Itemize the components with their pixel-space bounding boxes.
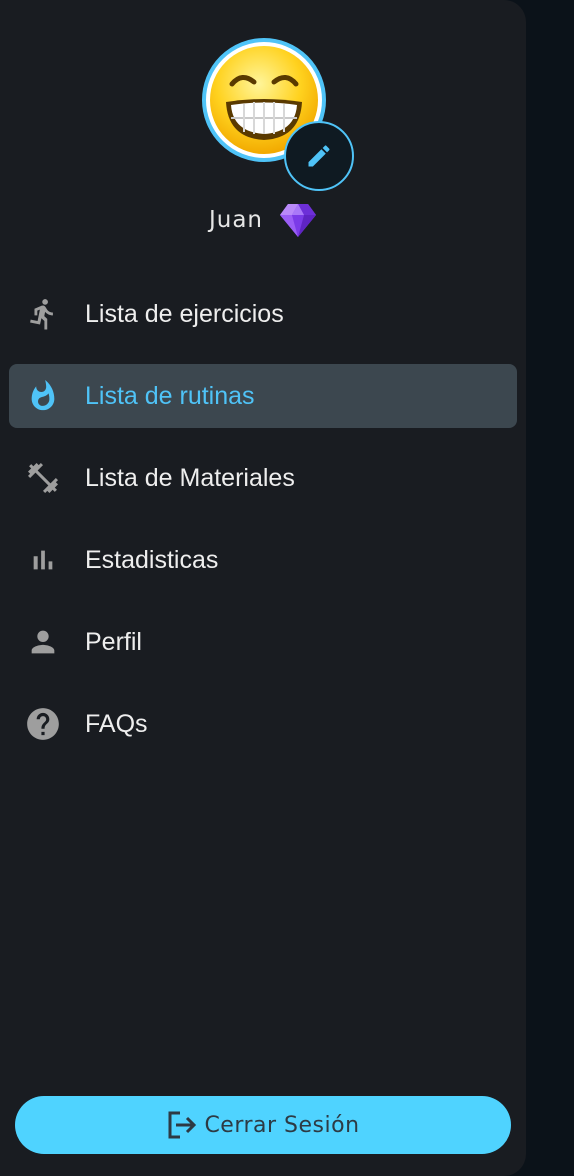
running-icon (23, 294, 63, 334)
dumbbell-icon (23, 458, 63, 498)
logout-label: Cerrar Sesión (204, 1112, 360, 1138)
menu-item-exercises[interactable]: Lista de ejercicios (9, 282, 517, 346)
menu-item-label: Perfil (85, 627, 142, 656)
menu-item-routines[interactable]: Lista de rutinas (9, 364, 517, 428)
help-icon (23, 704, 63, 744)
logout-icon (168, 1111, 197, 1139)
pencil-icon (308, 145, 330, 167)
navigation-drawer: Juan Lista de ejercicios Lista de rutina… (0, 0, 526, 1176)
logout-button[interactable]: Cerrar Sesión (15, 1096, 511, 1154)
menu-item-profile[interactable]: Perfil (9, 610, 517, 674)
menu-item-statistics[interactable]: Estadisticas (9, 528, 517, 592)
menu-item-label: Lista de rutinas (85, 381, 255, 410)
menu-item-faqs[interactable]: FAQs (9, 692, 517, 756)
user-info: Juan (0, 198, 526, 242)
menu-item-label: Lista de ejercicios (85, 299, 284, 328)
diamond-icon (280, 204, 317, 237)
menu-item-label: Lista de Materiales (85, 463, 295, 492)
menu-item-materials[interactable]: Lista de Materiales (9, 446, 517, 510)
edit-avatar-button[interactable] (284, 121, 354, 191)
username: Juan (208, 207, 264, 233)
person-icon (23, 622, 63, 662)
menu-item-label: FAQs (85, 709, 148, 738)
menu-item-label: Estadisticas (85, 545, 219, 574)
bar-chart-icon (23, 540, 63, 580)
fire-icon (23, 376, 63, 416)
